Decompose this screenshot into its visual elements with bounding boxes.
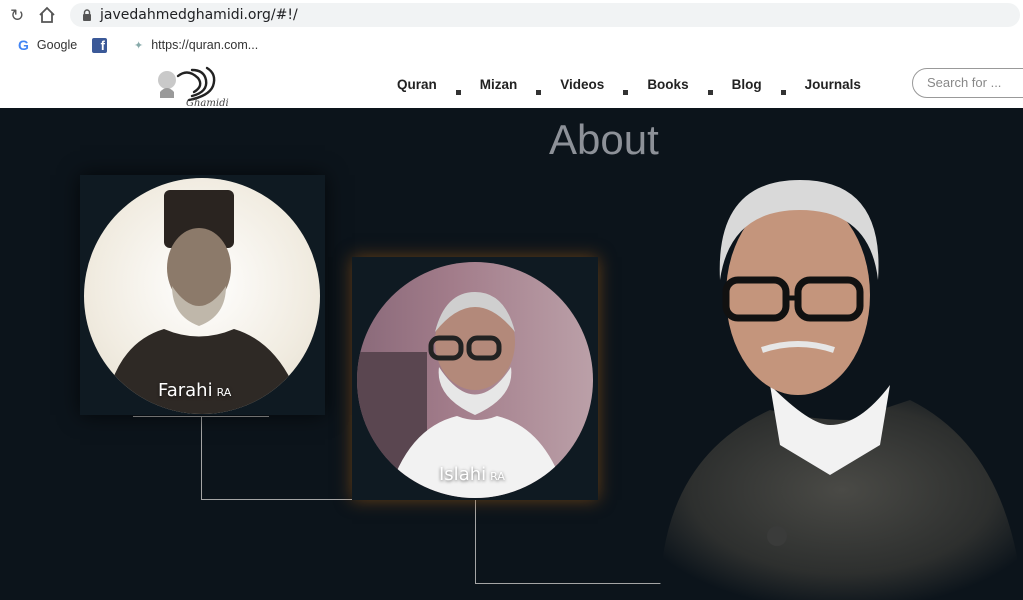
scholar-suffix: RA xyxy=(216,386,232,399)
islahi-photo xyxy=(357,292,567,498)
logo-text: Ghamidi xyxy=(186,98,229,108)
nav-separator xyxy=(455,89,461,95)
farahi-caption: Farahi RA xyxy=(158,380,231,401)
quran-icon: ✦ xyxy=(134,39,144,52)
bookmark-facebook[interactable]: f xyxy=(92,30,107,60)
ghamidi-portrait[interactable] xyxy=(640,170,1023,600)
scholar-name: Farahi xyxy=(158,380,213,401)
nav-separator xyxy=(623,89,629,95)
bookmark-label: Google xyxy=(36,38,78,52)
bookmark-google[interactable]: G Google xyxy=(18,30,77,60)
url-text: javedahmedghamidi.org/#!/ xyxy=(100,7,298,23)
address-bar[interactable]: javedahmedghamidi.org/#!/ xyxy=(70,3,1020,27)
islahi-caption: Islahi RA xyxy=(439,464,505,485)
search-input[interactable] xyxy=(925,74,1023,91)
nav-books[interactable]: Books xyxy=(647,77,688,92)
scholar-suffix: RA xyxy=(490,470,505,483)
nav-separator xyxy=(707,89,713,95)
nav-separator xyxy=(780,89,786,95)
browser-toolbar: ↻ javedahmedghamidi.org/#!/ xyxy=(0,0,1023,31)
site-header: Ghamidi Quran Mizan Videos Books Blog Jo… xyxy=(0,60,1023,108)
ghamidi-logo[interactable]: Ghamidi xyxy=(152,62,232,108)
google-icon: G xyxy=(18,37,29,53)
nav-videos[interactable]: Videos xyxy=(560,77,604,92)
nav-separator xyxy=(536,89,542,95)
nav-journals[interactable]: Journals xyxy=(805,77,861,92)
nav-blog[interactable]: Blog xyxy=(732,77,762,92)
page-title: About xyxy=(549,116,659,163)
facebook-icon: f xyxy=(92,37,107,53)
nav-mizan[interactable]: Mizan xyxy=(480,77,518,92)
farahi-photo xyxy=(104,190,304,414)
scholar-name: Islahi xyxy=(439,464,487,485)
bookmarks-bar: G Google f ✦ https://quran.com... xyxy=(0,30,1023,61)
connector-line xyxy=(201,416,202,500)
bookmark-label: https://quran.com... xyxy=(151,38,259,52)
lock-icon xyxy=(83,9,91,21)
main-nav: Quran Mizan Videos Books Blog Journals xyxy=(397,60,861,108)
home-icon[interactable] xyxy=(38,6,56,24)
bookmark-quran[interactable]: ✦ https://quran.com... xyxy=(134,30,258,60)
farahi-portrait[interactable] xyxy=(84,178,320,414)
connector-line xyxy=(475,500,476,584)
reload-icon[interactable]: ↻ xyxy=(10,6,24,26)
search-box[interactable] xyxy=(912,68,1023,98)
islahi-portrait[interactable] xyxy=(357,262,593,498)
nav-quran[interactable]: Quran xyxy=(397,77,437,92)
